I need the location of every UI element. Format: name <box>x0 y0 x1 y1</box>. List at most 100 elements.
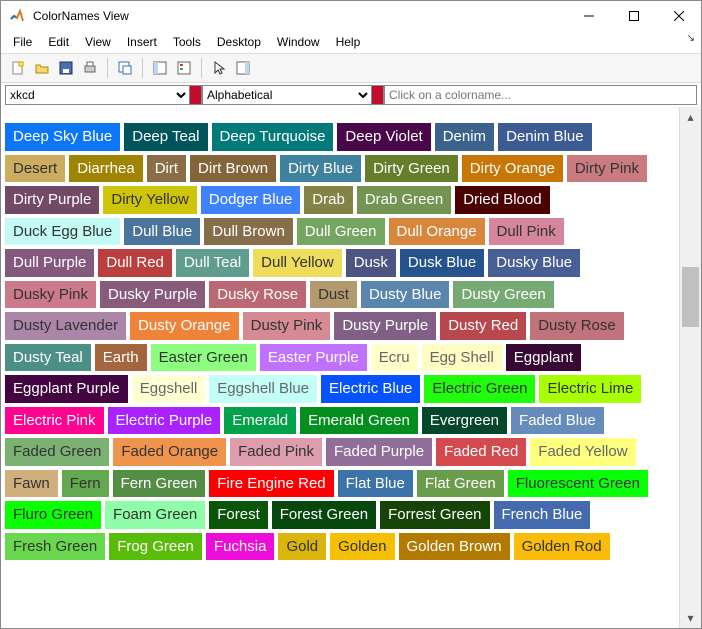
color-swatch[interactable]: Dusty Purple <box>334 312 436 340</box>
menu-desktop[interactable]: Desktop <box>209 32 269 52</box>
color-swatch[interactable]: Dull Brown <box>204 218 293 246</box>
save-button[interactable] <box>55 57 77 79</box>
menu-view[interactable]: View <box>77 32 119 52</box>
color-swatch[interactable]: Fluorescent Green <box>508 470 648 498</box>
menu-edit[interactable]: Edit <box>40 32 77 52</box>
color-swatch[interactable]: Electric Blue <box>321 375 420 403</box>
color-swatch[interactable]: Dirty Blue <box>280 155 361 183</box>
color-swatch[interactable]: Golden Brown <box>399 533 510 561</box>
color-swatch[interactable]: Dusty Red <box>440 312 526 340</box>
color-swatch[interactable]: Dusty Rose <box>530 312 624 340</box>
menu-tools[interactable]: Tools <box>165 32 209 52</box>
color-swatch[interactable]: Deep Turquoise <box>212 123 334 151</box>
color-swatch[interactable]: Flat Green <box>417 470 504 498</box>
color-swatch[interactable]: Dirty Pink <box>567 155 647 183</box>
color-swatch[interactable]: Dirty Green <box>365 155 458 183</box>
new-file-button[interactable] <box>7 57 29 79</box>
color-swatch[interactable]: Fire Engine Red <box>209 470 333 498</box>
color-swatch[interactable]: Dull Green <box>297 218 385 246</box>
color-swatch[interactable]: Fern Green <box>113 470 206 498</box>
data-cursor-button[interactable] <box>149 57 171 79</box>
status-input[interactable] <box>384 85 697 105</box>
color-swatch[interactable]: Forrest Green <box>380 501 489 529</box>
scroll-down-icon[interactable]: ▾ <box>680 608 701 628</box>
menu-window[interactable]: Window <box>269 32 328 52</box>
color-swatch[interactable]: Dull Yellow <box>253 249 342 277</box>
color-swatch[interactable]: Fawn <box>5 470 58 498</box>
color-swatch[interactable]: Dull Blue <box>124 218 200 246</box>
sort-select[interactable]: Alphabetical <box>202 85 372 105</box>
dock-button[interactable] <box>114 57 136 79</box>
color-swatch[interactable]: Dodger Blue <box>201 186 300 214</box>
color-swatch[interactable]: Dusty Teal <box>5 344 91 372</box>
color-swatch[interactable]: Golden Rod <box>514 533 610 561</box>
close-button[interactable] <box>656 1 701 31</box>
color-swatch[interactable]: Dull Pink <box>489 218 564 246</box>
color-swatch[interactable]: Gold <box>278 533 326 561</box>
menu-file[interactable]: File <box>5 32 40 52</box>
color-swatch[interactable]: Dusty Green <box>453 281 553 309</box>
color-swatch[interactable]: Dusty Blue <box>361 281 450 309</box>
maximize-button[interactable] <box>611 1 656 31</box>
color-swatch[interactable]: Egg Shell <box>422 344 502 372</box>
color-swatch[interactable]: Faded Orange <box>113 438 226 466</box>
vertical-scrollbar[interactable]: ▴ ▾ <box>679 107 701 628</box>
scrollbar-thumb[interactable] <box>682 267 699 327</box>
color-swatch[interactable]: Dusky Pink <box>5 281 96 309</box>
color-swatch[interactable]: Eggshell Blue <box>209 375 317 403</box>
color-swatch[interactable]: Electric Green <box>424 375 535 403</box>
color-swatch[interactable]: Drab Green <box>357 186 451 214</box>
color-swatch[interactable]: Easter Purple <box>260 344 367 372</box>
color-swatch[interactable]: Dusty Pink <box>243 312 331 340</box>
open-file-button[interactable] <box>31 57 53 79</box>
color-swatch[interactable]: Golden <box>330 533 394 561</box>
color-swatch[interactable]: Faded Green <box>5 438 109 466</box>
color-swatch[interactable]: Dirty Orange <box>462 155 563 183</box>
color-swatch[interactable]: Eggshell <box>132 375 206 403</box>
color-swatch[interactable]: Electric Lime <box>539 375 641 403</box>
color-swatch[interactable]: Dirty Purple <box>5 186 99 214</box>
menu-insert[interactable]: Insert <box>119 32 165 52</box>
color-swatch[interactable]: Emerald Green <box>300 407 418 435</box>
color-swatch[interactable]: Faded Red <box>436 438 526 466</box>
color-swatch[interactable]: Faded Blue <box>511 407 604 435</box>
color-swatch[interactable]: Evergreen <box>422 407 507 435</box>
color-swatch[interactable]: Dull Red <box>98 249 172 277</box>
color-swatch[interactable]: Dusk Blue <box>400 249 484 277</box>
color-swatch[interactable]: Electric Pink <box>5 407 104 435</box>
menu-help[interactable]: Help <box>328 32 369 52</box>
color-swatch[interactable]: Drab <box>304 186 353 214</box>
toolbar-overflow-icon[interactable]: ↘ <box>687 33 695 44</box>
color-swatch[interactable]: Eggplant Purple <box>5 375 128 403</box>
color-swatch[interactable]: Dusk <box>346 249 396 277</box>
color-swatch[interactable]: French Blue <box>494 501 591 529</box>
color-swatch[interactable]: Dusky Blue <box>488 249 580 277</box>
color-swatch[interactable]: Fluro Green <box>5 501 101 529</box>
color-swatch[interactable]: Dull Purple <box>5 249 94 277</box>
color-swatch[interactable]: Deep Violet <box>337 123 430 151</box>
color-swatch[interactable]: Faded Purple <box>326 438 432 466</box>
color-swatch[interactable]: Electric Purple <box>108 407 221 435</box>
color-swatch[interactable]: Denim <box>435 123 494 151</box>
color-swatch[interactable]: Forest <box>209 501 268 529</box>
legend-button[interactable] <box>173 57 195 79</box>
color-swatch[interactable]: Easter Green <box>151 344 256 372</box>
color-swatch[interactable]: Faded Yellow <box>530 438 635 466</box>
color-swatch[interactable]: Fuchsia <box>206 533 275 561</box>
color-swatch[interactable]: Dusky Purple <box>100 281 205 309</box>
color-swatch[interactable]: Deep Sky Blue <box>5 123 120 151</box>
color-swatch[interactable]: Forest Green <box>272 501 376 529</box>
minimize-button[interactable] <box>566 1 611 31</box>
color-swatch[interactable]: Dull Teal <box>176 249 249 277</box>
color-swatch[interactable]: Eggplant <box>506 344 581 372</box>
color-swatch[interactable]: Desert <box>5 155 65 183</box>
color-swatch[interactable]: Fresh Green <box>5 533 105 561</box>
print-button[interactable] <box>79 57 101 79</box>
color-swatch[interactable]: Dirt Brown <box>190 155 276 183</box>
pointer-button[interactable] <box>208 57 230 79</box>
color-swatch[interactable]: Dull Orange <box>389 218 485 246</box>
color-swatch[interactable]: Duck Egg Blue <box>5 218 120 246</box>
colorbar-button[interactable] <box>232 57 254 79</box>
color-swatch[interactable]: Flat Blue <box>338 470 413 498</box>
color-swatch[interactable]: Fern <box>62 470 109 498</box>
